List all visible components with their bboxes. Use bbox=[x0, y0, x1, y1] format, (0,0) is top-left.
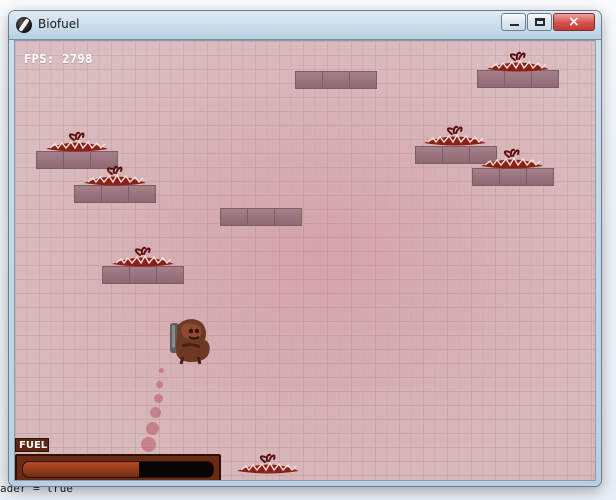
window-titlebar[interactable]: Biofuel × bbox=[9, 11, 601, 40]
maximize-button[interactable] bbox=[527, 13, 552, 31]
fuel-gauge bbox=[15, 454, 221, 480]
maximize-icon bbox=[535, 18, 545, 26]
window-controls: × bbox=[501, 13, 595, 33]
platform-center-middle bbox=[220, 208, 302, 226]
jetpack-character-icon bbox=[170, 319, 210, 365]
platform-brick bbox=[350, 72, 376, 88]
fuel-fill bbox=[23, 462, 139, 477]
spiked-trap-icon bbox=[481, 148, 543, 169]
spiked-trap-icon bbox=[46, 131, 108, 152]
platform-brick bbox=[416, 147, 443, 163]
spiked-trap-icon bbox=[424, 125, 486, 146]
fps-counter: FPS: 2798 bbox=[24, 52, 93, 66]
platform-brick bbox=[248, 209, 275, 225]
game-window: Biofuel × FPS: 2798 FUEL bbox=[9, 11, 601, 486]
platform-brick bbox=[221, 209, 248, 225]
platform-brick bbox=[275, 209, 301, 225]
smoke-particle bbox=[154, 394, 163, 403]
smoke-particle bbox=[141, 437, 156, 452]
fuel-label: FUEL bbox=[15, 438, 49, 452]
smoke-particle bbox=[150, 407, 161, 418]
smoke-particle bbox=[146, 422, 159, 435]
minimize-icon bbox=[510, 24, 519, 26]
close-icon: × bbox=[568, 14, 580, 30]
game-canvas[interactable]: FPS: 2798 FUEL bbox=[14, 40, 596, 481]
smoke-particle bbox=[159, 368, 164, 373]
platform-brick bbox=[323, 72, 350, 88]
smoke-particle bbox=[156, 381, 163, 388]
spiked-trap-icon bbox=[112, 246, 174, 267]
spiked-trap-icon bbox=[487, 51, 549, 72]
spiked-trap-icon bbox=[237, 453, 299, 474]
spiked-trap-icon bbox=[84, 165, 146, 186]
platform-brick bbox=[296, 72, 323, 88]
app-icon bbox=[16, 17, 32, 33]
desktop-background: ader = true Biofuel × FPS: 2798 FUEL bbox=[0, 0, 616, 500]
fuel-track bbox=[22, 461, 214, 478]
platform-top-center bbox=[295, 71, 377, 89]
close-button[interactable]: × bbox=[553, 13, 595, 31]
platform-brick bbox=[443, 147, 470, 163]
minimize-button[interactable] bbox=[501, 13, 526, 31]
window-title: Biofuel bbox=[38, 17, 80, 31]
